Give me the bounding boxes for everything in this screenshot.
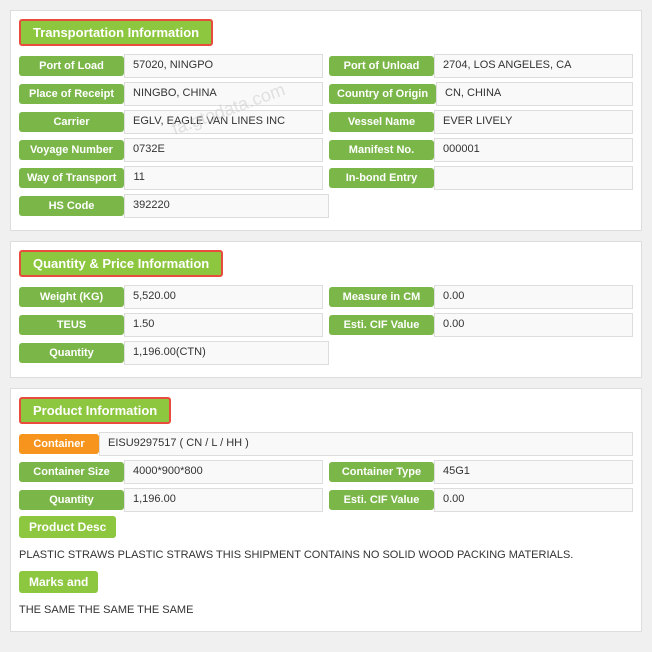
vessel-name-group: Vessel Name EVER LIVELY [329, 110, 633, 134]
quantity-section: Quantity & Price Information Weight (KG)… [10, 241, 642, 378]
country-of-origin-label: Country of Origin [329, 84, 436, 104]
port-row: Port of Load 57020, NINGPO Port of Unloa… [19, 54, 633, 78]
place-of-receipt-group: Place of Receipt NINGBO, CHINA [19, 82, 323, 106]
container-size-value: 4000*900*800 [124, 460, 323, 484]
container-group: Container EISU9297517 ( CN / L / HH ) [19, 432, 633, 456]
product-header: Product Information [19, 397, 171, 424]
quantity-header: Quantity & Price Information [19, 250, 223, 277]
weight-label: Weight (KG) [19, 287, 124, 307]
weight-value: 5,520.00 [124, 285, 323, 309]
hs-code-value: 392220 [124, 194, 329, 218]
country-of-origin-value: CN, CHINA [436, 82, 633, 106]
port-of-load-value: 57020, NINGPO [124, 54, 323, 78]
weight-group: Weight (KG) 5,520.00 [19, 285, 323, 309]
container-row: Container EISU9297517 ( CN / L / HH ) [19, 432, 633, 456]
product-esti-cif-group: Esti. CIF Value 0.00 [329, 488, 633, 512]
in-bond-entry-value [434, 166, 633, 190]
port-of-load-label: Port of Load [19, 56, 124, 76]
product-section: Product Information Container EISU929751… [10, 388, 642, 632]
esti-cif-label: Esti. CIF Value [329, 315, 434, 335]
product-quantity-group: Quantity 1,196.00 [19, 488, 323, 512]
container-size-row: Container Size 4000*900*800 Container Ty… [19, 460, 633, 484]
manifest-no-group: Manifest No. 000001 [329, 138, 633, 162]
carrier-row: Carrier EGLV, EAGLE VAN LINES INC Vessel… [19, 110, 633, 134]
country-of-origin-group: Country of Origin CN, CHINA [329, 82, 633, 106]
port-of-unload-group: Port of Unload 2704, LOS ANGELES, CA [329, 54, 633, 78]
hs-code-row: HS Code 392220 [19, 194, 633, 218]
product-quantity-label: Quantity [19, 490, 124, 510]
in-bond-entry-group: In-bond Entry [329, 166, 633, 190]
measure-value: 0.00 [434, 285, 633, 309]
quantity-group: Quantity 1,196.00(CTN) [19, 341, 329, 365]
quantity-label: Quantity [19, 343, 124, 363]
quantity-row: Quantity 1,196.00(CTN) [19, 341, 633, 365]
product-quantity-value: 1,196.00 [124, 488, 323, 512]
marks-text: THE SAME THE SAME THE SAME [19, 599, 633, 622]
transport-row: Way of Transport 11 In-bond Entry [19, 166, 633, 190]
container-type-group: Container Type 45G1 [329, 460, 633, 484]
measure-group: Measure in CM 0.00 [329, 285, 633, 309]
product-esti-cif-value: 0.00 [434, 488, 633, 512]
voyage-row: Voyage Number 0732E Manifest No. 000001 [19, 138, 633, 162]
teus-value: 1.50 [124, 313, 323, 337]
port-of-load-group: Port of Load 57020, NINGPO [19, 54, 323, 78]
way-of-transport-group: Way of Transport 11 [19, 166, 323, 190]
voyage-number-group: Voyage Number 0732E [19, 138, 323, 162]
place-of-receipt-value: NINGBO, CHINA [124, 82, 323, 106]
carrier-value: EGLV, EAGLE VAN LINES INC [124, 110, 323, 134]
product-desc-text: PLASTIC STRAWS PLASTIC STRAWS THIS SHIPM… [19, 544, 633, 567]
product-quantity-row: Quantity 1,196.00 Esti. CIF Value 0.00 [19, 488, 633, 512]
port-of-unload-value: 2704, LOS ANGELES, CA [434, 54, 633, 78]
in-bond-entry-label: In-bond Entry [329, 168, 434, 188]
esti-cif-group: Esti. CIF Value 0.00 [329, 313, 633, 337]
container-size-label: Container Size [19, 462, 124, 482]
way-of-transport-label: Way of Transport [19, 168, 124, 188]
vessel-name-value: EVER LIVELY [434, 110, 633, 134]
manifest-no-label: Manifest No. [329, 140, 434, 160]
carrier-group: Carrier EGLV, EAGLE VAN LINES INC [19, 110, 323, 134]
port-of-unload-label: Port of Unload [329, 56, 434, 76]
product-desc-label: Product Desc [19, 516, 116, 538]
measure-label: Measure in CM [329, 287, 434, 307]
voyage-number-value: 0732E [124, 138, 323, 162]
teus-group: TEUS 1.50 [19, 313, 323, 337]
weight-row: Weight (KG) 5,520.00 Measure in CM 0.00 [19, 285, 633, 309]
container-type-value: 45G1 [434, 460, 633, 484]
container-size-group: Container Size 4000*900*800 [19, 460, 323, 484]
way-of-transport-value: 11 [124, 166, 323, 190]
container-type-label: Container Type [329, 462, 434, 482]
marks-label: Marks and [19, 571, 98, 593]
receipt-row: Place of Receipt NINGBO, CHINA Country o… [19, 82, 633, 106]
quantity-value: 1,196.00(CTN) [124, 341, 329, 365]
hs-code-group: HS Code 392220 [19, 194, 329, 218]
hs-code-label: HS Code [19, 196, 124, 216]
product-esti-cif-label: Esti. CIF Value [329, 490, 434, 510]
manifest-no-value: 000001 [434, 138, 633, 162]
carrier-label: Carrier [19, 112, 124, 132]
transportation-header: Transportation Information [19, 19, 213, 46]
transportation-section: Transportation Information Port of Load … [10, 10, 642, 231]
teus-label: TEUS [19, 315, 124, 335]
teus-row: TEUS 1.50 Esti. CIF Value 0.00 [19, 313, 633, 337]
place-of-receipt-label: Place of Receipt [19, 84, 124, 104]
esti-cif-value: 0.00 [434, 313, 633, 337]
vessel-name-label: Vessel Name [329, 112, 434, 132]
container-value: EISU9297517 ( CN / L / HH ) [99, 432, 633, 456]
container-label: Container [19, 434, 99, 454]
voyage-number-label: Voyage Number [19, 140, 124, 160]
